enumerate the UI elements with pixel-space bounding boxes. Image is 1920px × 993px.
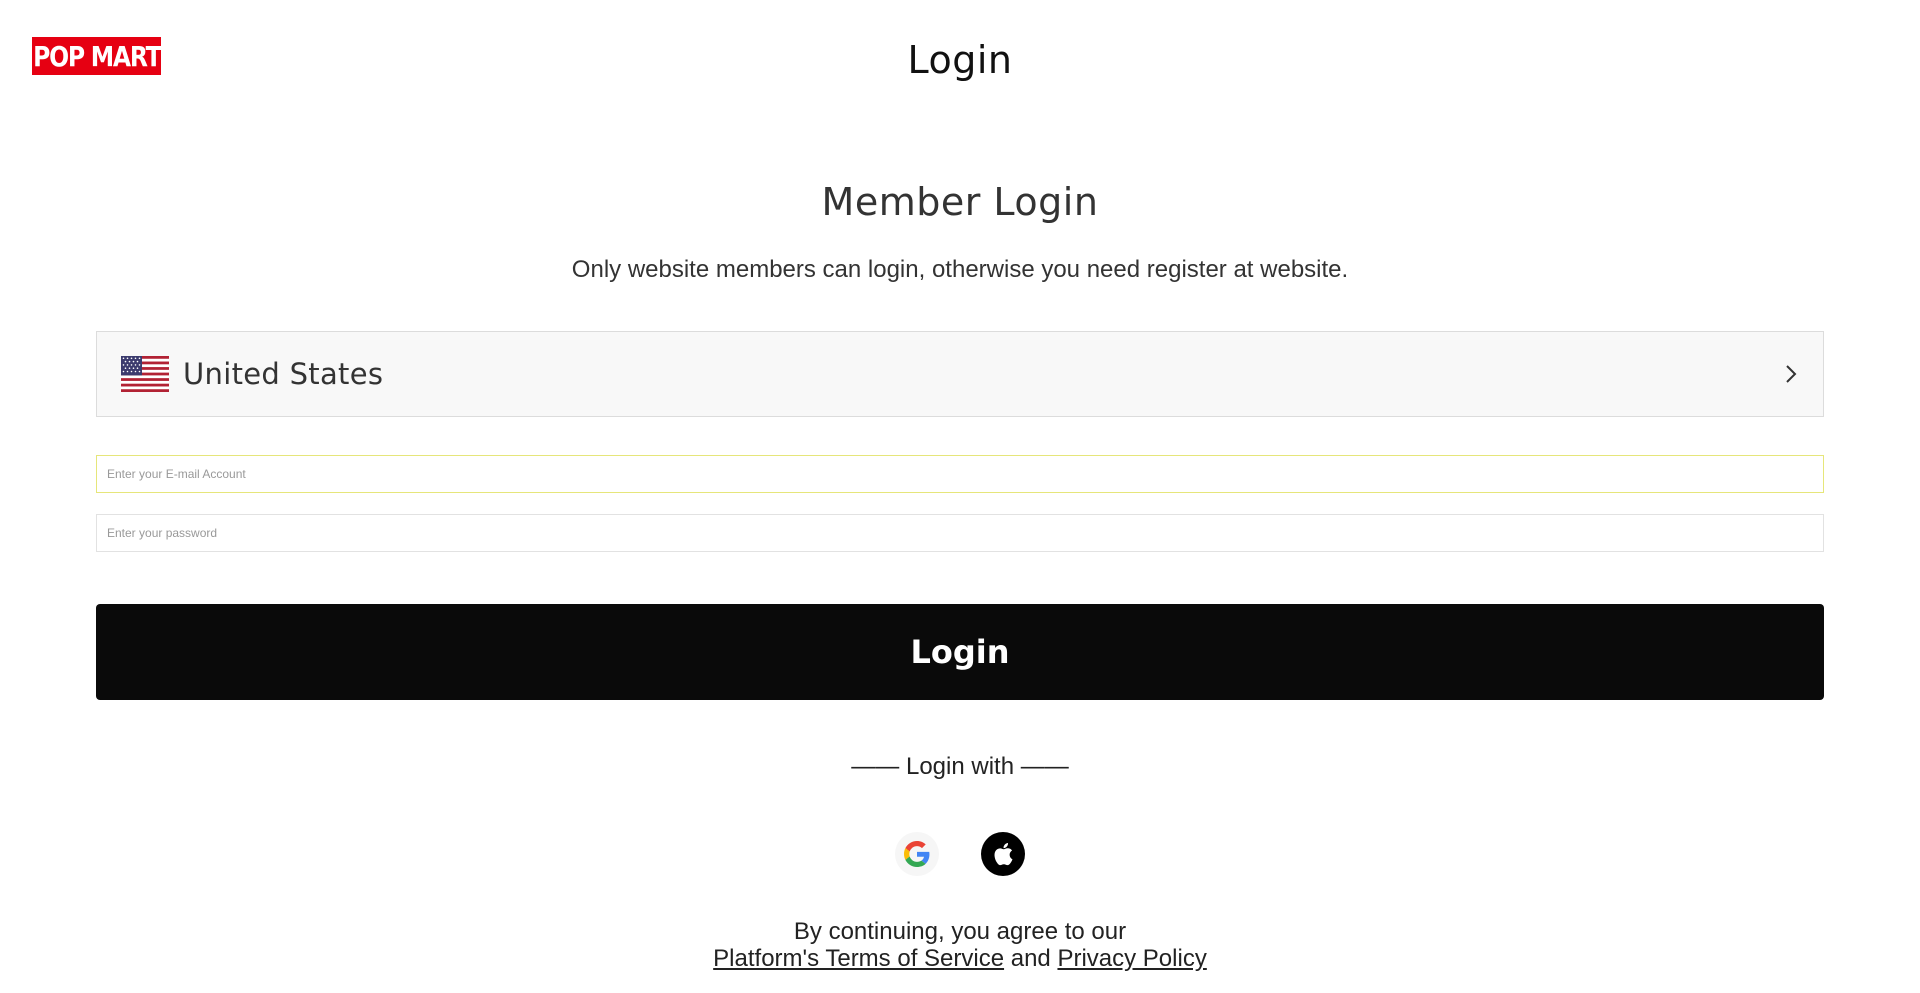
member-login-heading: Member Login: [821, 180, 1099, 224]
country-name: United States: [183, 357, 384, 391]
password-input[interactable]: [96, 514, 1824, 552]
login-with-divider: —— Login with ——: [851, 753, 1069, 780]
social-login-row: [0, 832, 1920, 876]
page-title: Login: [907, 38, 1013, 82]
apple-icon: [994, 843, 1013, 866]
terms-conjunction: and: [1010, 945, 1051, 972]
chevron-right-icon: [1786, 365, 1797, 383]
login-page: POP MART Login Member Login Only website…: [0, 0, 1920, 993]
email-input[interactable]: [96, 455, 1824, 493]
terms-prefix: By continuing, you agree to our: [793, 918, 1127, 945]
privacy-policy-link[interactable]: Privacy Policy: [1057, 945, 1206, 972]
us-flag-icon: [121, 356, 169, 392]
google-icon: [904, 841, 930, 867]
terms-notice: By continuing, you agree to our Platform…: [0, 918, 1920, 972]
apple-login-button[interactable]: [981, 832, 1025, 876]
country-selector[interactable]: United States: [96, 331, 1824, 417]
login-button[interactable]: Login: [96, 604, 1824, 700]
google-login-button[interactable]: [895, 832, 939, 876]
login-subtitle: Only website members can login, otherwis…: [571, 256, 1349, 283]
terms-of-service-link[interactable]: Platform's Terms of Service: [713, 945, 1004, 972]
terms-links-line: Platform's Terms of Service and Privacy …: [0, 945, 1920, 972]
